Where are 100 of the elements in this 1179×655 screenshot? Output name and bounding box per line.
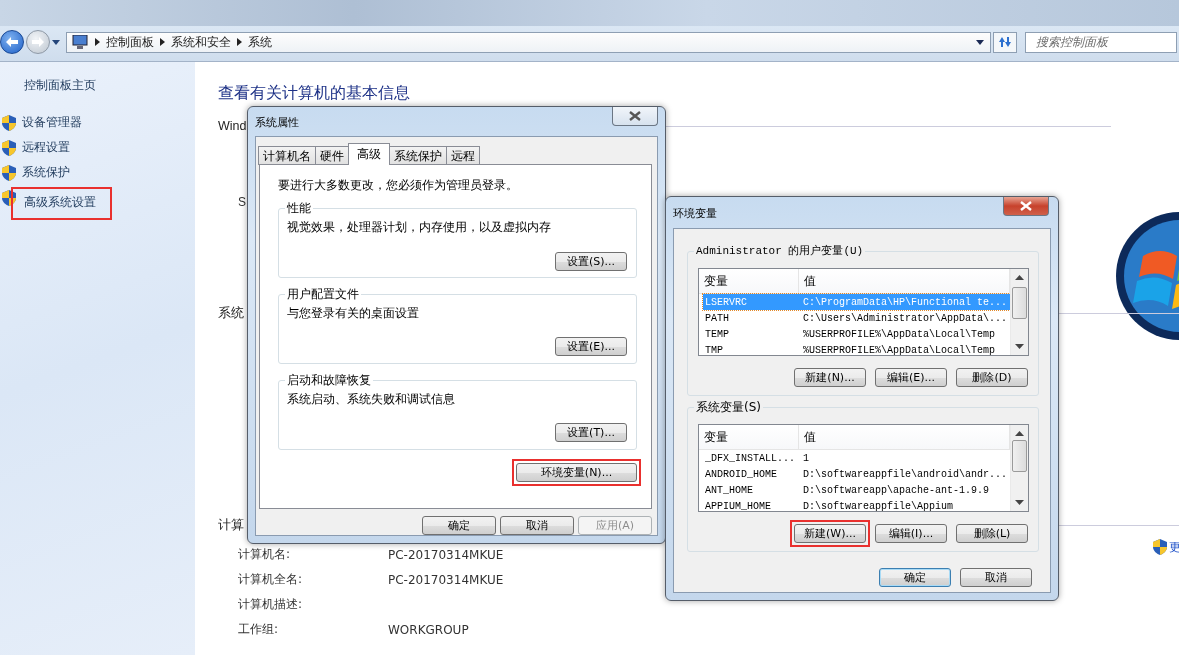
dialog-button[interactable]: 设置(S)... [555, 252, 627, 271]
tab[interactable]: 高级 [348, 143, 390, 165]
info-value: PC-20170314MKUE [388, 547, 504, 562]
sidebar-link[interactable]: 远程设置 [22, 139, 70, 156]
dialog-button[interactable]: 新建(W)... [794, 524, 866, 543]
variable-name: ANT_HOME [704, 484, 754, 496]
info-label: 计算机名: [238, 546, 292, 563]
shield-icon [2, 139, 16, 156]
dialog-button[interactable]: 确定 [422, 516, 496, 535]
column-header[interactable]: 变量 [699, 425, 799, 449]
dialog-button[interactable]: 删除(D) [956, 368, 1028, 387]
group-title: Administrator 的用户变量(U) [694, 244, 866, 259]
close-button[interactable] [612, 107, 658, 126]
group-title: 系统变量(S) [694, 400, 763, 415]
window-title: 环境变量 [673, 206, 717, 221]
dialog-button[interactable]: 设置(E)... [555, 337, 627, 356]
close-button[interactable] [1003, 197, 1049, 216]
list-row[interactable]: ANDROID_HOME D:\softwareappfile\android\andr... [703, 466, 1010, 482]
variable-name: LSERVRC [704, 296, 748, 308]
section-heading: Wind [218, 119, 247, 133]
chevron-icon[interactable] [160, 38, 165, 46]
info-label: 工作组: [238, 621, 280, 638]
refresh-button[interactable] [993, 31, 1017, 53]
list-row[interactable]: TEMP %USERPROFILE%\AppData\Local\Temp [703, 326, 1010, 342]
list-row[interactable]: ANT_HOME D:\softwareapp\apache-ant-1.9.9 [703, 482, 1010, 498]
breadcrumb[interactable]: 系统和安全 [171, 33, 231, 51]
variable-value: D:\softwareappfile\Appium [802, 500, 955, 511]
breadcrumb[interactable]: 控制面板 [106, 33, 154, 51]
shield-icon [2, 114, 16, 131]
list-row[interactable]: PATH C:\Users\Administrator\AppData\... [703, 310, 1010, 326]
dialog-button[interactable]: 删除(L) [956, 524, 1028, 543]
variable-name: TMP [704, 344, 724, 355]
window-title: 系统属性 [255, 115, 299, 130]
variable-value: C:\ProgramData\HP\Functional te... [802, 296, 1009, 308]
sidebar-link[interactable]: 高级系统设置 [24, 194, 96, 211]
close-icon [1020, 201, 1032, 211]
list-row[interactable]: TMP %USERPROFILE%\AppData\Local\Temp [703, 342, 1010, 355]
variable-name: PATH [704, 312, 730, 324]
group-title: 性能 [285, 201, 313, 216]
scroll-down-icon[interactable] [1015, 500, 1024, 505]
dialog-button[interactable]: 环境变量(N)... [516, 463, 637, 482]
variable-value: %USERPROFILE%\AppData\Local\Temp [802, 328, 997, 340]
variable-value: D:\softwareapp\apache-ant-1.9.9 [802, 484, 991, 496]
address-bar[interactable]: 控制面板 系统和安全 系统 [66, 31, 991, 53]
variable-name: APPIUM_HOME [704, 500, 772, 511]
scrollbar[interactable] [1010, 425, 1028, 511]
notice-text: 要进行大多数更改，您必须作为管理员登录。 [278, 177, 519, 193]
shield-icon [2, 164, 16, 181]
dialog-button[interactable]: 确定 [879, 568, 951, 587]
close-icon [629, 111, 641, 121]
computer-icon [71, 35, 89, 49]
dialog-button[interactable]: 取消 [960, 568, 1032, 587]
variables-list[interactable]: 变量 值 LSERVRC C:\ProgramData\HP\Functional te... PATH C:\Users\Administrator\AppData\... TEMP %USERPROFILE%\AppData\Local\Temp TMP %USERPROFILE%\AppData\Local\Temp [698, 268, 1029, 356]
list-row[interactable]: APPIUM_HOME D:\softwareappfile\Appium [703, 498, 1010, 511]
sidebar-link[interactable]: 系统保护 [22, 164, 70, 181]
group-description: 系统启动、系统失败和调试信息 [287, 392, 456, 407]
dropdown-icon[interactable] [52, 39, 60, 45]
tab[interactable]: 计算机名 [258, 146, 316, 165]
sidebar-link[interactable]: 设备管理器 [22, 114, 82, 131]
shield-icon [1153, 539, 1167, 555]
dialog-button[interactable]: 新建(N)... [794, 368, 866, 387]
scroll-up-icon[interactable] [1015, 275, 1024, 280]
back-button[interactable] [0, 30, 24, 54]
chevron-icon[interactable] [237, 38, 242, 46]
info-value: PC-20170314MKUE [388, 572, 504, 587]
arrow-left-icon [6, 37, 18, 47]
refresh-icon [998, 36, 1012, 48]
dialog-button[interactable]: 设置(T)... [555, 423, 627, 442]
variable-name: TEMP [704, 328, 730, 340]
info-value: WORKGROUP [388, 622, 469, 637]
section-heading: 计算 [218, 516, 244, 534]
variable-name: _DFX_INSTALL... [704, 452, 796, 464]
info-label: 计算机全名: [238, 571, 304, 588]
variable-value: 1 [802, 452, 810, 464]
arrow-right-icon [32, 37, 44, 47]
variable-value: D:\softwareappfile\android\andr... [802, 468, 1009, 480]
dialog-button[interactable]: 取消 [500, 516, 574, 535]
variables-list[interactable]: 变量 值 _DFX_INSTALL... 1 ANDROID_HOME D:\softwareappfile\android\andr... ANT_HOME D:\softwareapp\apache-ant-1.9.9 APPIUM_HOME D:\softwareappfile\Appium [698, 424, 1029, 512]
variable-value: C:\Users\Administrator\AppData\... [802, 312, 1009, 324]
info-label: S [238, 194, 246, 211]
chevron-icon[interactable] [95, 38, 100, 46]
info-label: 计算机描述: [238, 596, 304, 613]
group-title: 启动和故障恢复 [285, 373, 373, 388]
search-field[interactable]: 搜索控制面板 [1025, 31, 1177, 53]
list-row[interactable]: _DFX_INSTALL... 1 [703, 450, 1010, 466]
scroll-down-icon[interactable] [1015, 344, 1024, 349]
scroll-up-icon[interactable] [1015, 431, 1024, 436]
breadcrumb[interactable]: 系统 [248, 33, 272, 51]
section-heading: 系统 [218, 304, 244, 322]
group-description: 与您登录有关的桌面设置 [287, 306, 420, 321]
variable-value: %USERPROFILE%\AppData\Local\Temp [802, 344, 997, 355]
page-title: 查看有关计算机的基本信息 [218, 83, 410, 103]
dropdown-icon[interactable] [976, 39, 984, 45]
dialog-button[interactable]: 编辑(E)... [875, 368, 947, 387]
group-description: 视觉效果，处理器计划，内存使用，以及虚拟内存 [287, 220, 552, 235]
dialog-button[interactable]: 编辑(I)... [875, 524, 947, 543]
group-title: 用户配置文件 [285, 287, 361, 302]
variable-name: ANDROID_HOME [704, 468, 778, 480]
sidebar-link[interactable]: 控制面板主页 [24, 75, 96, 95]
scrollbar[interactable] [1010, 269, 1028, 355]
